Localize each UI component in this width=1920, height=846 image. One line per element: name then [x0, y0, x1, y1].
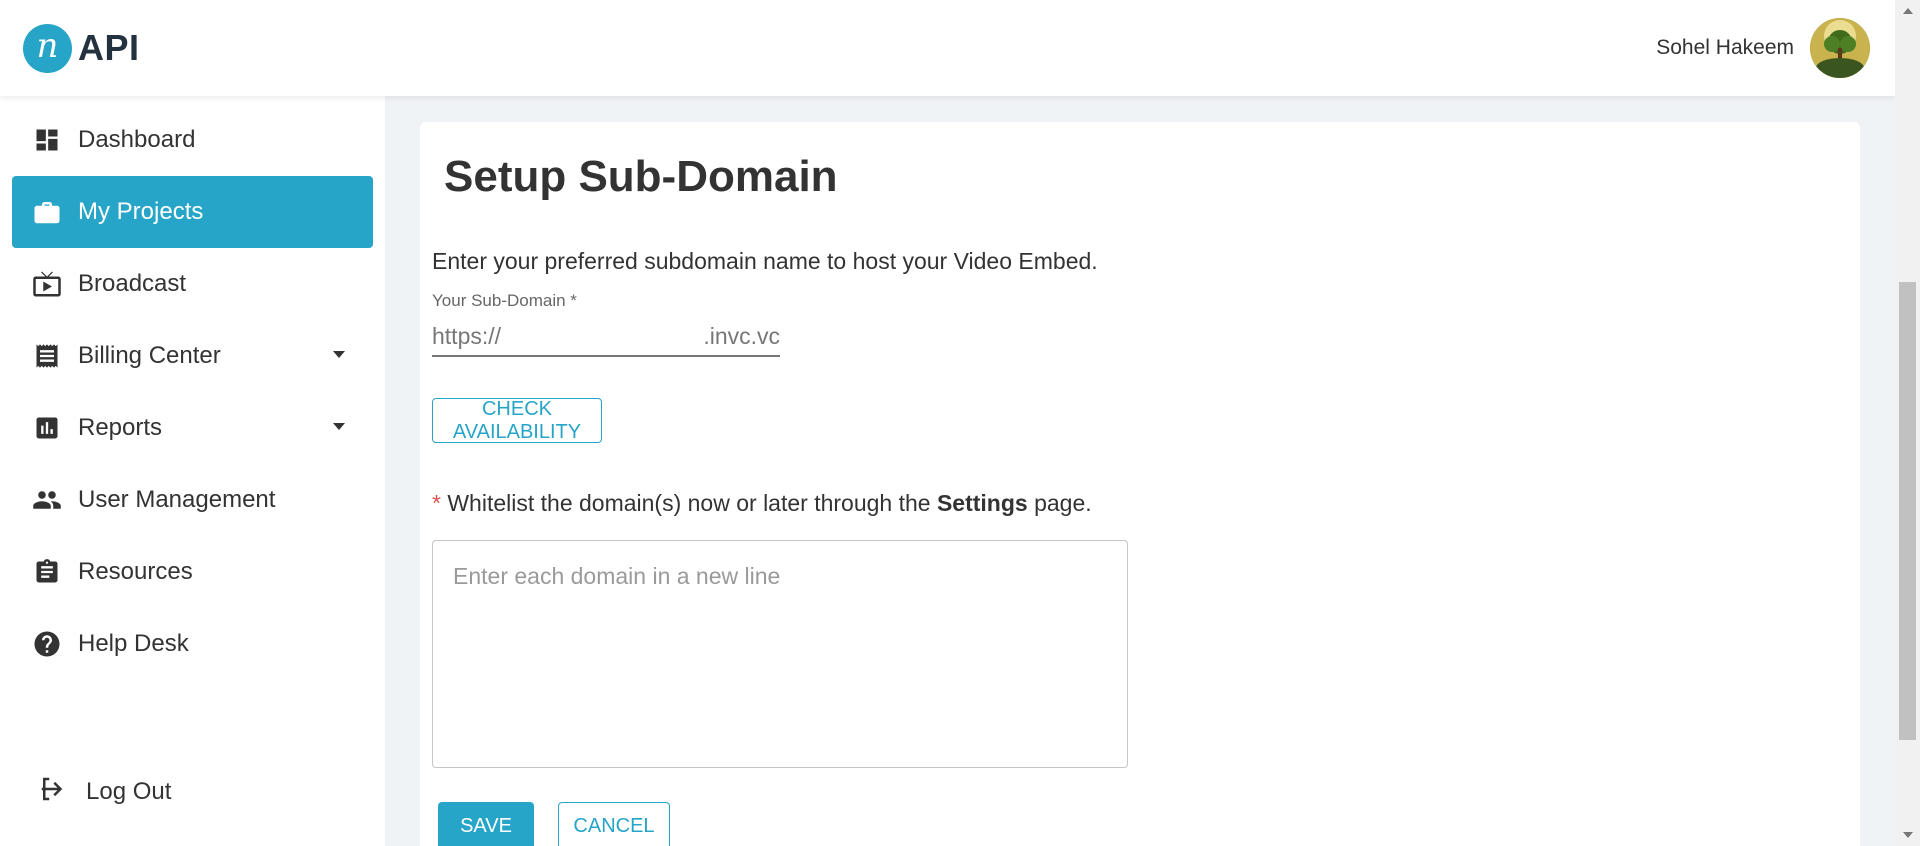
subdomain-prefix: https:// [432, 322, 502, 349]
save-button[interactable]: SAVE [438, 802, 534, 846]
subdomain-input[interactable] [501, 318, 704, 354]
sidebar-item-label: Dashboard [78, 126, 196, 153]
whitelist-text-before: Whitelist the domain(s) now or later thr… [440, 490, 937, 516]
logo-mark-icon: n [23, 23, 72, 73]
logo-mark-letter: n [36, 26, 59, 66]
whitelist-note: * Whitelist the domain(s) now or later t… [432, 490, 1092, 517]
sidebar: Dashboard My Projects Broadcast Billing … [0, 96, 385, 846]
intro-text: Enter your preferred subdomain name to h… [432, 248, 1098, 274]
briefcase-icon [32, 197, 62, 227]
user-name: Sohel Hakeem [1656, 36, 1794, 59]
top-header: n API Sohel Hakeem [0, 0, 1895, 96]
help-circle-icon [32, 629, 62, 659]
subdomain-field: https:// .invc.vc [432, 317, 780, 357]
check-availability-button[interactable]: CHECK AVAILABILITY [432, 398, 602, 443]
sidebar-item-resources[interactable]: Resources [12, 536, 373, 608]
page-scrollbar[interactable] [1895, 0, 1920, 846]
receipt-icon [32, 341, 62, 371]
tv-icon [32, 269, 62, 299]
sidebar-item-billing-center[interactable]: Billing Center [12, 320, 373, 392]
scroll-down-arrow-icon[interactable] [1903, 832, 1913, 838]
logout-label: Log Out [86, 778, 172, 805]
avatar-tree-icon [1810, 18, 1870, 78]
app-logo[interactable]: n API [23, 23, 140, 73]
sidebar-item-reports[interactable]: Reports [12, 392, 373, 464]
sidebar-item-dashboard[interactable]: Dashboard [12, 104, 373, 176]
subdomain-label: Your Sub-Domain * [432, 291, 577, 310]
dashboard-icon [32, 125, 62, 155]
required-asterisk: * [432, 490, 441, 516]
scroll-up-arrow-icon[interactable] [1903, 8, 1913, 14]
sidebar-nav: Dashboard My Projects Broadcast Billing … [0, 96, 385, 680]
clipboard-icon [32, 557, 62, 587]
cancel-button[interactable]: CANCEL [558, 802, 670, 846]
logo-text: API [78, 27, 140, 68]
sidebar-item-label: Help Desk [78, 630, 189, 657]
sidebar-item-label: User Management [78, 486, 276, 513]
sidebar-item-help-desk[interactable]: Help Desk [12, 608, 373, 680]
whitelist-domains-textarea[interactable] [432, 540, 1128, 768]
chevron-down-icon[interactable] [333, 423, 345, 430]
user-menu[interactable]: Sohel Hakeem [1656, 18, 1870, 78]
sidebar-item-user-management[interactable]: User Management [12, 464, 373, 536]
setup-subdomain-card: Setup Sub-Domain Enter your preferred su… [420, 122, 1860, 846]
settings-link[interactable]: Settings [937, 490, 1028, 516]
sidebar-item-broadcast[interactable]: Broadcast [12, 248, 373, 320]
chevron-down-icon[interactable] [333, 351, 345, 358]
scroll-thumb[interactable] [1899, 282, 1916, 740]
page-title: Setup Sub-Domain [444, 152, 838, 201]
logout-icon [38, 774, 68, 811]
sidebar-item-label: Resources [78, 558, 193, 585]
sidebar-item-label: Billing Center [78, 342, 221, 369]
bar-chart-icon [32, 413, 62, 443]
subdomain-suffix: .invc.vc [703, 322, 780, 349]
sidebar-item-my-projects[interactable]: My Projects [12, 176, 373, 248]
whitelist-text-after: page. [1027, 490, 1092, 516]
avatar[interactable] [1810, 18, 1870, 78]
logout-button[interactable]: Log Out [38, 772, 171, 812]
people-icon [32, 485, 62, 515]
sidebar-item-label: Broadcast [78, 270, 187, 297]
sidebar-item-label: Reports [78, 414, 163, 441]
sidebar-item-label: My Projects [78, 198, 204, 225]
